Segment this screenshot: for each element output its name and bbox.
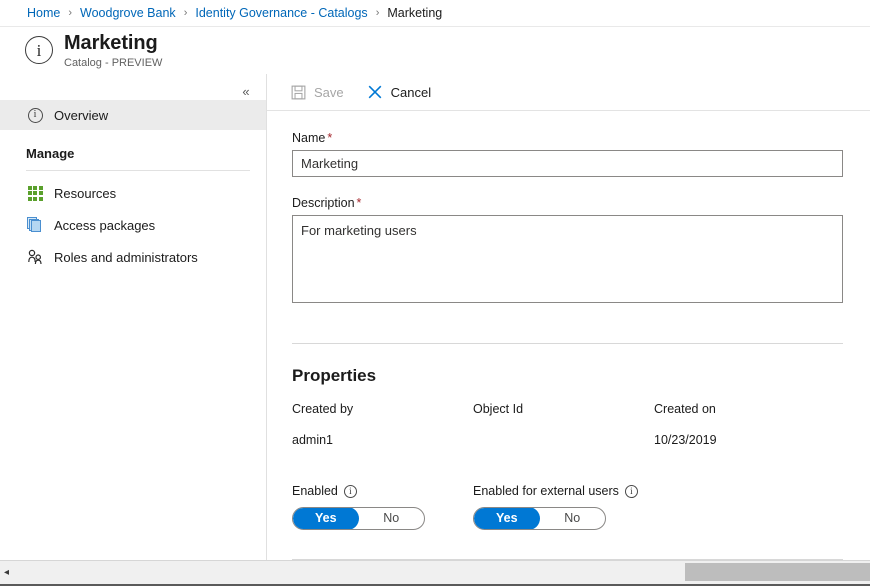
scroll-left-arrow-icon[interactable]: ◂	[4, 567, 12, 579]
sidebar-nav-list: Resources Access packages Roles a	[0, 177, 267, 273]
sidebar-divider	[26, 170, 250, 171]
enabled-label: Enabled i	[292, 484, 473, 498]
sidebar-item-label: Access packages	[54, 218, 155, 233]
enabled-external-toggle-option-no[interactable]: No	[540, 507, 606, 530]
cancel-button[interactable]: Cancel	[366, 79, 431, 105]
required-marker: *	[357, 196, 362, 210]
cancel-label: Cancel	[391, 85, 431, 100]
breadcrumb-separator: ›	[376, 7, 380, 19]
stacked-pages-icon	[26, 216, 44, 234]
catalog-form: Name* Description* Properties Created by…	[267, 111, 870, 560]
page-title: Marketing	[64, 32, 158, 55]
breadcrumb-item-woodgrove-bank[interactable]: Woodgrove Bank	[80, 6, 176, 20]
sidebar-item-access-packages[interactable]: Access packages	[0, 209, 267, 241]
breadcrumb-separator: ›	[184, 7, 188, 19]
property-label-created-on: Created on	[654, 402, 843, 416]
grid-icon	[26, 184, 44, 202]
save-button[interactable]: Save	[289, 79, 344, 105]
property-label-object-id: Object Id	[473, 402, 654, 416]
enabled-toggle-group: Enabled i Yes No	[292, 484, 473, 530]
info-circle-glyph: i	[37, 42, 42, 59]
section-divider	[292, 343, 843, 344]
breadcrumb-separator: ›	[68, 7, 72, 19]
close-x-icon	[366, 83, 384, 101]
property-label-created-by: Created by	[292, 402, 473, 416]
properties-title: Properties	[292, 366, 843, 386]
info-circle-icon: i	[26, 106, 44, 124]
enabled-toggle-option-yes[interactable]: Yes	[293, 507, 359, 530]
property-value-created-on: 10/23/2019	[654, 433, 843, 447]
sidebar-item-label: Resources	[54, 186, 116, 201]
info-circle-icon: i	[25, 36, 53, 64]
save-disk-icon	[289, 83, 307, 101]
description-textarea[interactable]	[292, 215, 843, 303]
breadcrumb-item-home[interactable]: Home	[27, 6, 60, 20]
name-label: Name*	[292, 131, 843, 145]
enabled-external-toggle-option-yes[interactable]: Yes	[474, 507, 540, 530]
sidebar-item-resources[interactable]: Resources	[0, 177, 267, 209]
chevron-double-left-icon[interactable]: «	[234, 80, 258, 102]
sidebar-item-roles-and-administrators[interactable]: Roles and administrators	[0, 241, 267, 273]
required-marker: *	[327, 131, 332, 145]
sidebar: « i Overview Manage Resources Access pac…	[0, 74, 267, 560]
breadcrumb-item-identity-governance-catalogs[interactable]: Identity Governance - Catalogs	[195, 6, 367, 20]
azure-portal-catalog-page: Home › Woodgrove Bank › Identity Governa…	[0, 0, 870, 586]
sidebar-item-label: Overview	[54, 108, 108, 123]
info-circle-icon[interactable]: i	[344, 485, 357, 498]
sidebar-item-label: Roles and administrators	[54, 250, 198, 265]
enabled-toggle[interactable]: Yes No	[292, 507, 425, 530]
property-value-created-by: admin1	[292, 433, 473, 447]
command-bar: Save Cancel	[267, 74, 870, 111]
enabled-external-label-text: Enabled for external users	[473, 484, 619, 498]
sidebar-item-overview[interactable]: i Overview	[0, 100, 266, 130]
properties-grid: Created by Object Id Created on admin1 1…	[292, 402, 843, 447]
name-label-text: Name	[292, 131, 325, 145]
sidebar-group-label: Manage	[26, 146, 74, 161]
enabled-label-text: Enabled	[292, 484, 338, 498]
enabled-toggle-option-no[interactable]: No	[359, 507, 425, 530]
description-label-text: Description	[292, 196, 355, 210]
horizontal-scrollbar-thumb[interactable]	[685, 563, 870, 581]
save-label: Save	[314, 85, 344, 100]
property-value-object-id	[473, 433, 654, 447]
people-icon	[26, 248, 44, 266]
enabled-external-label: Enabled for external users i	[473, 484, 843, 498]
name-input[interactable]	[292, 150, 843, 177]
enabled-external-toggle[interactable]: Yes No	[473, 507, 606, 530]
toggles-row: Enabled i Yes No Enabled for external us…	[292, 484, 843, 530]
info-circle-icon[interactable]: i	[625, 485, 638, 498]
page-header: i Marketing Catalog - PREVIEW	[0, 27, 870, 74]
page-subtitle: Catalog - PREVIEW	[64, 57, 162, 69]
content-pane: Save Cancel Name* Description*	[267, 74, 870, 560]
breadcrumb: Home › Woodgrove Bank › Identity Governa…	[0, 0, 870, 27]
breadcrumb-item-marketing: Marketing	[387, 6, 442, 20]
description-label: Description*	[292, 196, 843, 210]
enabled-external-toggle-group: Enabled for external users i Yes No	[473, 484, 843, 530]
horizontal-scrollbar[interactable]: ◂	[0, 560, 870, 586]
